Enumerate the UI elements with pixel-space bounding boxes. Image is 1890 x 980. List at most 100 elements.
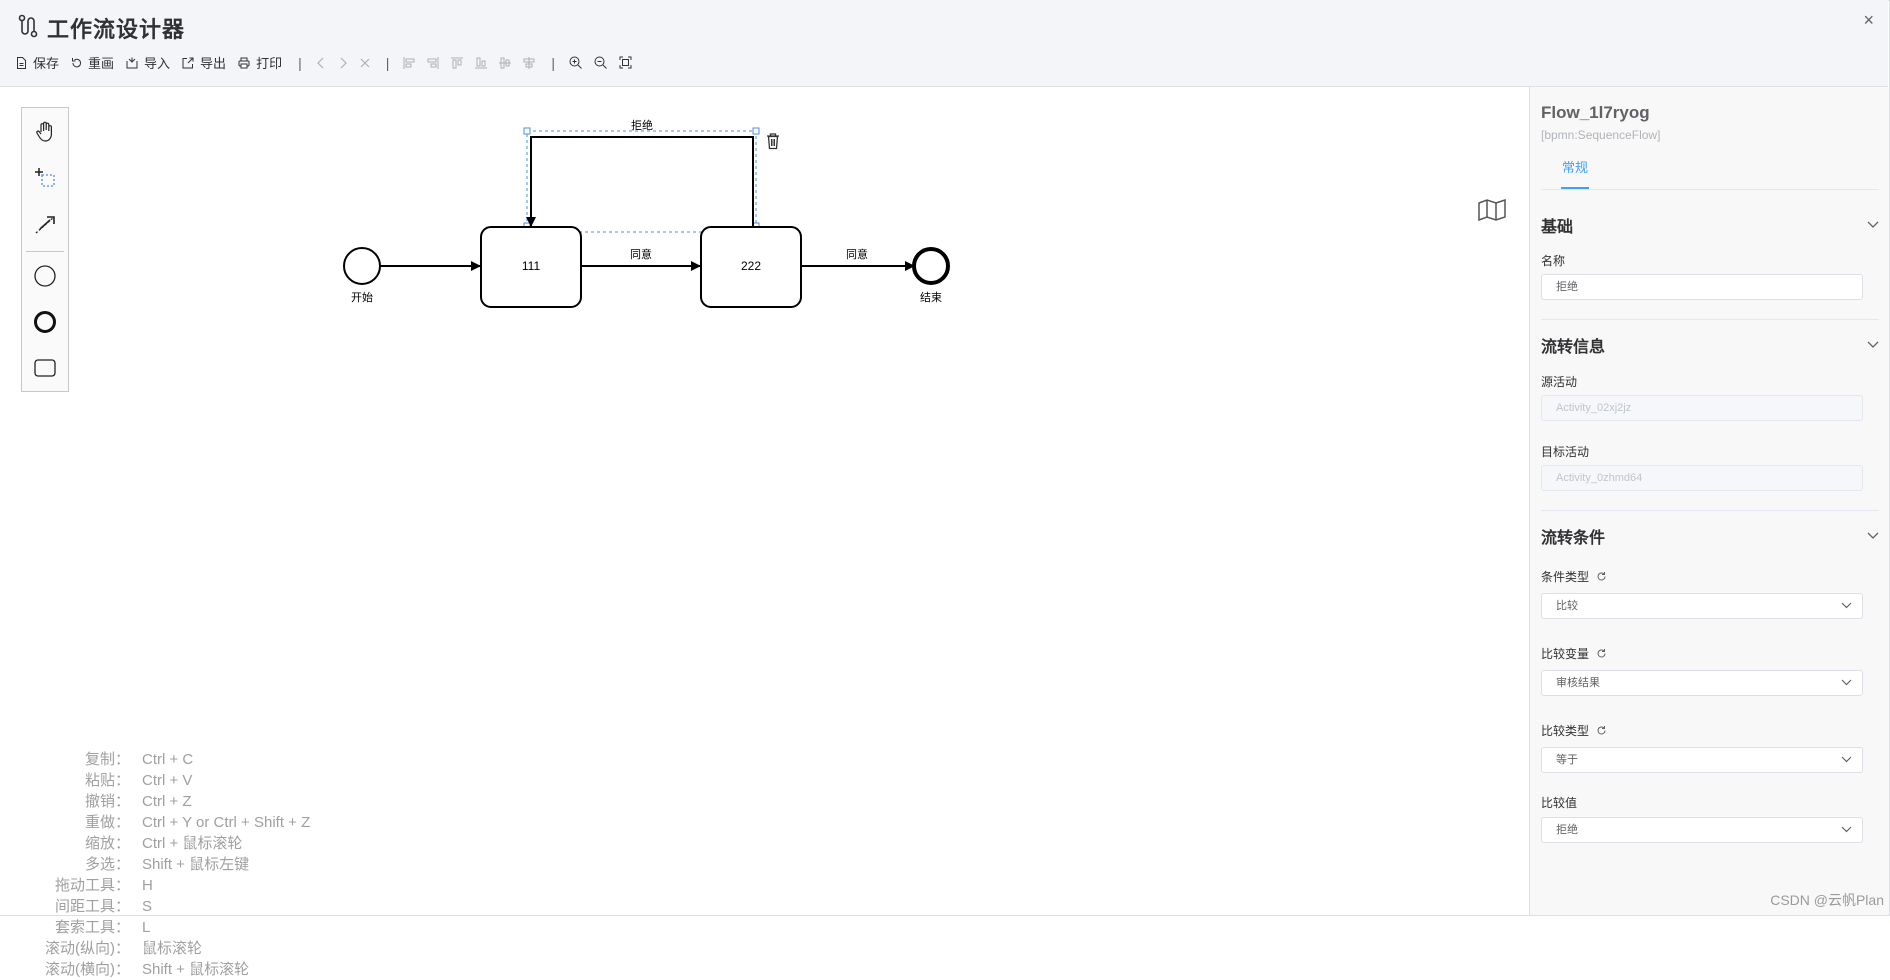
selection-handle[interactable] [524, 128, 530, 134]
zoom-in-icon[interactable] [569, 56, 582, 69]
save-label: 保存 [33, 53, 59, 72]
element-id: Flow_1l7ryog [1541, 103, 1650, 123]
print-button[interactable]: 打印 [238, 53, 282, 72]
section-divider [1541, 510, 1879, 511]
shortcut-key: 滚动(纵向)： [30, 938, 130, 959]
header: 工作流设计器 × 保存 重画 导入 导出 打印 | | [0, 0, 1888, 87]
target-input: Activity_0zhmd64 [1541, 465, 1863, 491]
shortcut-key: 滚动(横向)： [30, 959, 130, 980]
section-flow-info-header[interactable]: 流转信息 [1541, 333, 1879, 357]
section-basic-header[interactable]: 基础 [1541, 213, 1879, 237]
fit-view-icon[interactable] [619, 56, 632, 69]
shortcut-row: 复制：Ctrl + C [30, 749, 310, 770]
export-icon [182, 57, 194, 69]
flow-agree-2-label: 同意 [846, 247, 868, 261]
connect-tool[interactable] [22, 206, 68, 242]
target-label: 目标活动 [1541, 443, 1589, 460]
shortcut-help: 复制：Ctrl + C粘贴：Ctrl + V撤销：Ctrl + Z重做：Ctrl… [30, 749, 310, 980]
cond-type-select[interactable]: 比较 [1541, 593, 1863, 619]
lasso-tool[interactable] [22, 160, 68, 196]
create-start-event[interactable] [22, 258, 68, 294]
shortcut-row: 重做：Ctrl + Y or Ctrl + Shift + Z [30, 812, 310, 833]
flow-reject-label: 拒绝 [631, 118, 653, 132]
page-title: 工作流设计器 [47, 12, 185, 44]
source-input: Activity_02xj2jz [1541, 395, 1863, 421]
shortcut-value: Shift + 鼠标左键 [142, 854, 249, 875]
import-button[interactable]: 导入 [126, 53, 170, 72]
export-button[interactable]: 导出 [182, 53, 226, 72]
compare-type-select[interactable]: 等于 [1541, 747, 1863, 773]
end-event[interactable] [914, 249, 948, 283]
shortcut-value: L [142, 917, 150, 938]
palette-divider [26, 251, 64, 252]
compare-value-select[interactable]: 拒绝 [1541, 817, 1863, 843]
print-label: 打印 [256, 53, 282, 72]
selection-box [527, 131, 756, 232]
shortcut-row: 滚动(横向)： Shift + 鼠标滚轮 [30, 959, 310, 980]
zoom-out-icon[interactable] [594, 56, 607, 69]
refresh-icon[interactable] [1596, 648, 1607, 659]
shortcut-key: 粘贴： [30, 770, 130, 791]
shortcut-value: Ctrl + C [142, 749, 193, 770]
trash-icon[interactable] [767, 134, 779, 149]
align-center-icon[interactable] [523, 57, 535, 69]
minimap-icon[interactable] [1478, 199, 1506, 226]
shortcut-row: 撤销：Ctrl + Z [30, 791, 310, 812]
sequence-flow-reject[interactable] [531, 137, 753, 227]
create-task[interactable] [22, 350, 68, 386]
close-button[interactable]: × [1863, 10, 1874, 31]
cond-type-label-row: 条件类型 [1541, 568, 1607, 585]
tool-palette [21, 107, 69, 392]
section-condition-header[interactable]: 流转条件 [1541, 524, 1879, 548]
chevron-down-icon [1867, 221, 1879, 229]
title-row: 工作流设计器 [17, 12, 185, 44]
redraw-button[interactable]: 重画 [71, 53, 114, 72]
shortcut-value: Shift + 鼠标滚轮 [142, 959, 249, 980]
task-222-label: 222 [741, 259, 761, 273]
element-type: [bpmn:SequenceFlow] [1541, 128, 1660, 142]
refresh-icon[interactable] [1596, 571, 1607, 582]
shortcut-key: 间距工具： [30, 896, 130, 917]
align-left-icon[interactable] [403, 57, 415, 69]
selection-handle[interactable] [753, 128, 759, 134]
tab-general[interactable]: 常规 [1561, 157, 1589, 189]
redo-icon[interactable] [338, 57, 348, 69]
toolbar: 保存 重画 导入 导出 打印 | | | [16, 53, 644, 72]
export-label: 导出 [200, 53, 226, 72]
start-event-icon [33, 264, 57, 288]
shortcut-value: Ctrl + Y or Ctrl + Shift + Z [142, 812, 310, 833]
hand-tool[interactable] [22, 114, 68, 150]
name-input[interactable]: 拒绝 [1541, 274, 1863, 300]
align-middle-icon[interactable] [499, 57, 511, 69]
compare-var-value: 审核结果 [1556, 677, 1600, 689]
end-event-label: 结束 [920, 291, 942, 304]
import-label: 导入 [144, 53, 170, 72]
compare-type-value: 等于 [1556, 754, 1578, 766]
section-basic-title: 基础 [1541, 213, 1573, 237]
undo-icon[interactable] [316, 57, 326, 69]
refresh-icon[interactable] [1596, 725, 1607, 736]
align-bottom-icon[interactable] [475, 57, 487, 69]
cond-type-label: 条件类型 [1541, 568, 1589, 585]
compare-var-label-row: 比较变量 [1541, 645, 1607, 662]
compare-type-label: 比较类型 [1541, 722, 1589, 739]
shortcut-row: 多选：Shift + 鼠标左键 [30, 854, 310, 875]
delete-x-icon[interactable] [360, 57, 370, 69]
align-right-icon[interactable] [427, 57, 439, 69]
save-button[interactable]: 保存 [16, 53, 59, 72]
chevron-down-icon [1841, 756, 1852, 763]
import-icon [126, 57, 138, 69]
create-end-event[interactable] [22, 304, 68, 340]
task-icon [33, 357, 57, 379]
shortcut-row: 拖动工具：H [30, 875, 310, 896]
chevron-down-icon [1841, 826, 1852, 833]
panel-tabs: 常规 [1541, 157, 1879, 190]
section-divider [1541, 319, 1879, 320]
start-event[interactable] [344, 248, 380, 284]
shortcut-value: 鼠标滚轮 [142, 938, 202, 959]
align-top-icon[interactable] [451, 57, 463, 69]
toolbar-separator-3: | [551, 55, 555, 71]
compare-var-select[interactable]: 审核结果 [1541, 670, 1863, 696]
watermark: CSDN @云帆Plan [1770, 890, 1884, 910]
bpmn-canvas[interactable]: 开始 111 同意 222 拒绝 同意 结束 复制：Ctrl + C粘贴：Ctr… [0, 87, 1528, 915]
